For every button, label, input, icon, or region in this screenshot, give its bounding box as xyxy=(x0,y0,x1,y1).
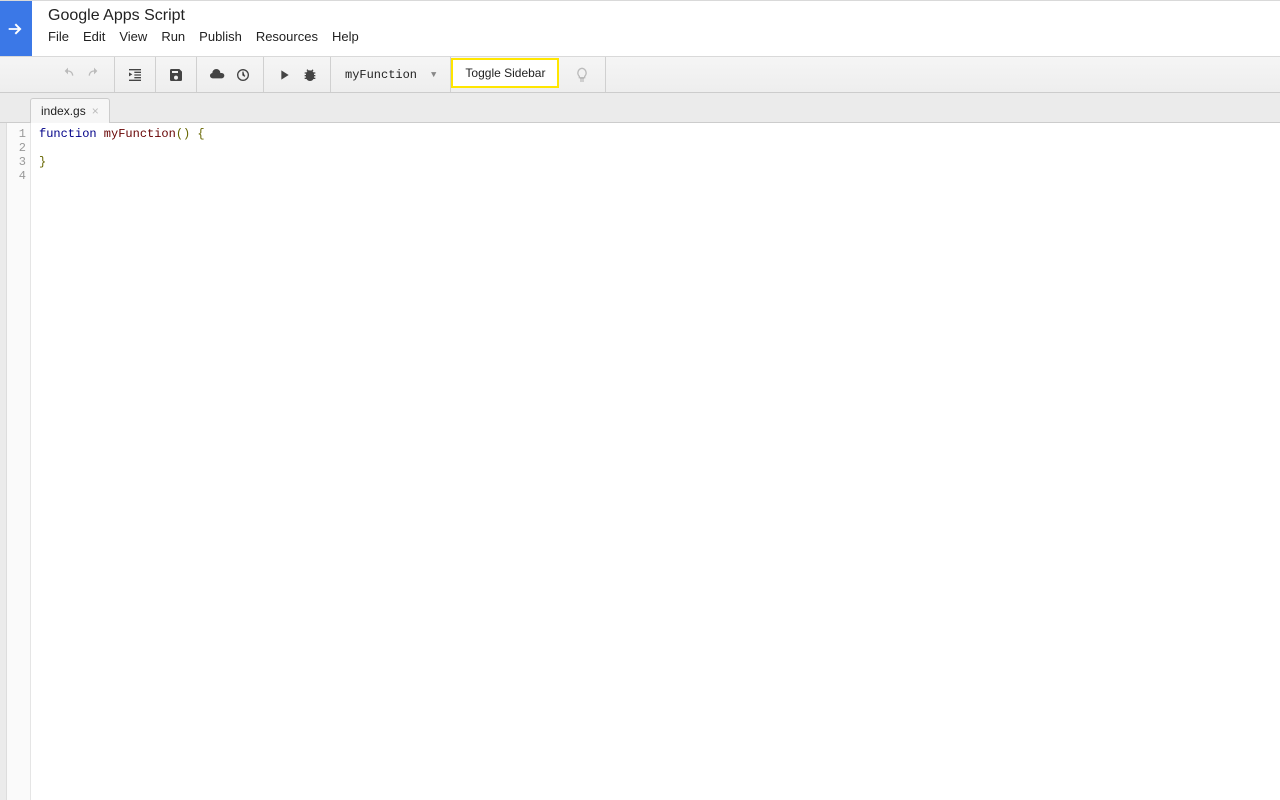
debug-button[interactable] xyxy=(299,64,321,86)
line-number: 4 xyxy=(7,169,26,183)
line-number-gutter: 1 2 3 4 xyxy=(7,123,31,800)
editor-left-gutter xyxy=(0,123,7,800)
app-title: Google Apps Script xyxy=(48,7,359,25)
menu-bar: File Edit View Run Publish Resources Hel… xyxy=(48,29,359,44)
code-line: } xyxy=(39,155,1280,169)
undo-button[interactable] xyxy=(57,64,79,86)
toggle-sidebar-button[interactable]: Toggle Sidebar xyxy=(451,58,559,88)
indent-button[interactable] xyxy=(124,64,146,86)
trigger-button[interactable] xyxy=(232,64,254,86)
function-selected-label: myFunction xyxy=(345,68,417,82)
menu-edit[interactable]: Edit xyxy=(83,29,105,44)
file-tabs-bar: index.gs × xyxy=(0,93,1280,123)
code-line xyxy=(39,141,1280,155)
lightbulb-icon[interactable] xyxy=(571,64,593,86)
menu-run[interactable]: Run xyxy=(161,29,185,44)
menu-resources[interactable]: Resources xyxy=(256,29,318,44)
line-number: 2 xyxy=(7,141,26,155)
app-header: Google Apps Script File Edit View Run Pu… xyxy=(0,0,1280,57)
chevron-down-icon: ▼ xyxy=(431,70,436,80)
file-tab-label: index.gs xyxy=(41,104,86,118)
toolbar: myFunction ▼ Toggle Sidebar xyxy=(0,57,1280,93)
menu-help[interactable]: Help xyxy=(332,29,359,44)
menu-publish[interactable]: Publish xyxy=(199,29,242,44)
code-area[interactable]: function myFunction() { } xyxy=(31,123,1280,800)
editor: 1 2 3 4 function myFunction() { } xyxy=(0,123,1280,800)
menu-file[interactable]: File xyxy=(48,29,69,44)
save-button[interactable] xyxy=(165,64,187,86)
code-line: function myFunction() { xyxy=(39,127,1280,141)
line-number: 3 xyxy=(7,155,26,169)
line-number: 1 xyxy=(7,127,26,141)
app-logo xyxy=(0,1,32,56)
redo-button[interactable] xyxy=(83,64,105,86)
function-selector[interactable]: myFunction ▼ xyxy=(331,57,451,92)
file-tab-active[interactable]: index.gs × xyxy=(30,98,110,123)
run-button[interactable] xyxy=(273,64,295,86)
deploy-button[interactable] xyxy=(206,64,228,86)
menu-view[interactable]: View xyxy=(119,29,147,44)
close-icon[interactable]: × xyxy=(92,104,99,118)
